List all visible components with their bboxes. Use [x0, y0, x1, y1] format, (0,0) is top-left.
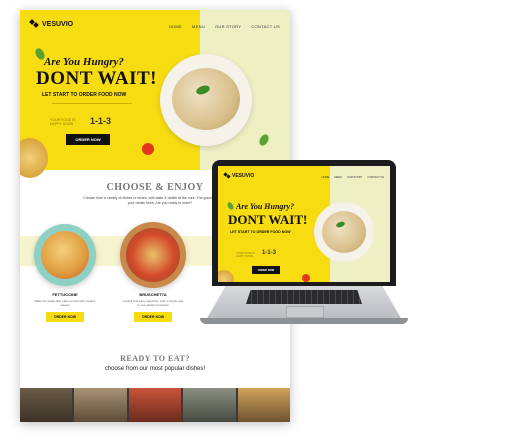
dish-photo[interactable] — [237, 388, 290, 422]
laptop-trackpad — [286, 306, 324, 318]
dish-photo[interactable] — [183, 388, 236, 422]
order-now-button[interactable]: ORDER NOW — [66, 134, 110, 145]
tomato-image — [302, 274, 310, 282]
top-nav: VESUVIO HOME MENU OUR STORY CONTACT US — [20, 10, 290, 36]
dish-title-fettuccine: FETTUCCINE — [52, 292, 78, 297]
hero-tagline: Are You Hungry? — [44, 56, 124, 68]
pasta-plate-image — [160, 54, 252, 146]
fettuccine-image — [34, 224, 96, 286]
nav-links: HOME MENU OUR STORY CONTACT US — [169, 24, 280, 29]
screen-subhead: LET START TO ORDER FOOD NOW — [230, 230, 291, 234]
laptop-front-edge — [200, 318, 408, 324]
counter-label: YOUR FOOD IS HAPPY SOON — [50, 118, 76, 127]
logo-icon — [224, 173, 230, 179]
nav-item-menu[interactable]: MENU — [192, 24, 205, 29]
ready-title: READY TO EAT? — [120, 354, 190, 363]
screen-brand-logo[interactable]: VESUVIO — [224, 173, 254, 179]
screen-nav-contact-us[interactable]: CONTACT US — [367, 176, 384, 179]
dish-photo[interactable] — [74, 388, 127, 422]
hero-subhead: LET START TO ORDER FOOD NOW — [42, 92, 127, 98]
dish-photo[interactable] — [128, 388, 182, 422]
nav-item-contact-us[interactable]: CONTACT US — [251, 24, 280, 29]
hero-headline: DONT WAIT! — [36, 68, 157, 89]
dish-photo[interactable] — [20, 388, 73, 422]
hero-divider — [52, 103, 132, 104]
screen-nav-our-story[interactable]: OUR STORY — [347, 176, 362, 179]
screen-tagline: Are You Hungry? — [236, 202, 295, 211]
logo-icon — [30, 20, 39, 28]
order-bruschetta-button[interactable]: ORDER NOW — [134, 312, 172, 322]
screen-brand-name: VESUVIO — [232, 173, 255, 179]
screen-nav-links: HOME MENU OUR STORY CONTACT US — [322, 176, 384, 179]
pasta-nest-image — [218, 270, 234, 282]
laptop-base — [200, 286, 408, 326]
bruschetta-image — [120, 222, 186, 288]
basil-leaf-image — [226, 201, 235, 211]
dish-desc-bruschetta: A quick and easy appetizer, with a simpl… — [122, 299, 184, 307]
ready-subtitle: choose from our most popular dishes! — [104, 366, 206, 372]
counter-value: 1-1-3 — [90, 116, 112, 126]
screen-pasta-plate-image — [314, 202, 374, 262]
nav-item-home[interactable]: HOME — [169, 24, 182, 29]
laptop-screen: VESUVIO HOME MENU OUR STORY CONTACT US A… — [218, 166, 390, 282]
nav-item-our-story[interactable]: OUR STORY — [215, 24, 241, 29]
brand-name: VESUVIO — [42, 20, 74, 28]
laptop-keyboard — [246, 290, 362, 304]
popular-dishes-strip — [20, 388, 290, 422]
screen-nav-home[interactable]: HOME — [322, 176, 330, 179]
pasta-food — [322, 211, 366, 253]
brand-logo[interactable]: VESUVIO — [30, 20, 73, 28]
screen-headline: DONT WAIT! — [228, 212, 308, 227]
order-fettuccine-button[interactable]: ORDER NOW — [46, 312, 84, 322]
dish-title-bruschetta: BRUSCHETTA — [139, 292, 167, 297]
dish-desc-fettuccine: Make the pasta dish often served with cr… — [34, 299, 96, 307]
tomato-image — [142, 143, 154, 155]
screen-order-now-button[interactable]: ORDER NOW — [252, 266, 280, 274]
screen-counter-label: YOUR FOOD IS HAPPY SOON — [236, 252, 255, 259]
screen-counter-value: 1-1-3 — [262, 250, 277, 256]
pasta-food — [172, 68, 240, 130]
screen-nav-menu[interactable]: MENU — [334, 176, 342, 179]
